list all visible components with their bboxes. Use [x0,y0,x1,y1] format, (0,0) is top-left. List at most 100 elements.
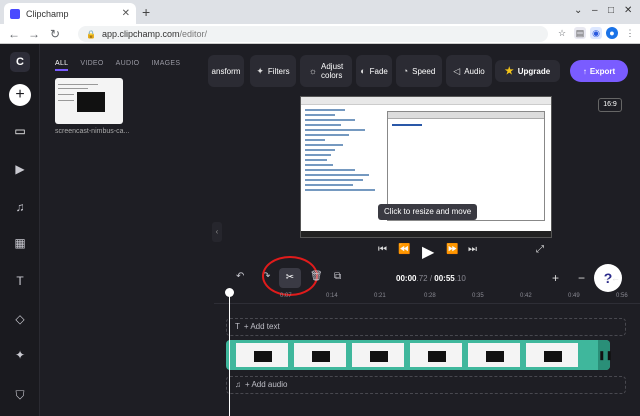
fade-icon: ◐ [360,66,366,76]
transform-button[interactable]: ansform [208,55,244,87]
shield-brand-kit-icon[interactable]: ⛉ [13,388,27,402]
skip-to-end-icon[interactable]: ⏭ [468,244,477,255]
add-audio-track[interactable]: ♫ + Add audio [226,376,626,394]
duplicate-icon[interactable]: ⧉ [334,271,341,282]
tab-audio[interactable]: AUDIO [116,60,140,71]
timecode-display: 00:00.72 / 00:55.10 [396,274,466,283]
fade-button[interactable]: ◐ Fade [356,55,392,87]
fit-timeline-icon[interactable]: →← [602,273,620,283]
timeline-ruler[interactable]: 0:07 0:14 0:21 0:28 0:35 0:42 0:49 0:56 [214,290,640,304]
media-file-name: screencast-nimbus-ca... [55,128,130,135]
adjust-colors-button[interactable]: ☼ Adjust colors [300,55,352,87]
extension-icon[interactable]: ◉ [590,27,602,39]
filters-label: Filters [267,66,290,76]
upgrade-button[interactable]: ★ Upgrade [495,60,560,82]
adjust-colors-line-1: Adjust [321,62,344,71]
adjust-colors-label: Adjust colors [321,62,343,80]
browser-address-bar: ← → ↻ 🔒 app.clipchamp.com /editor/ ☆ ▤ ◉… [0,24,640,44]
close-window-button[interactable]: ✕ [624,5,632,16]
media-filter-tabs: ALL VIDEO AUDIO IMAGES [55,60,180,71]
ruler-tick: 0:42 [520,293,532,299]
browser-tab-strip: Clipchamp ✕ + ⌄ – □ ✕ [0,0,640,24]
sparkle-transitions-icon[interactable]: ✦ [13,348,27,362]
fast-forward-icon[interactable]: ⏩ [446,244,458,255]
media-thumbnail[interactable] [55,78,123,124]
tab-video[interactable]: VIDEO [80,60,103,71]
film-strip-icon[interactable]: ▦ [13,236,27,250]
filters-button[interactable]: ✦ Filters [250,55,296,87]
extension-icon[interactable]: ▤ [574,27,586,39]
new-tab-button[interactable]: + [142,4,150,20]
skip-to-start-icon[interactable]: ⏮ [378,244,387,255]
total-time-fraction: .10 [454,274,466,283]
ruler-tick: 0:14 [326,293,338,299]
fade-label: Fade [369,66,388,76]
music-note-icon: ♫ [235,380,241,389]
ruler-tick: 0:28 [424,293,436,299]
url-host: app.clipchamp.com [101,29,180,39]
rewind-icon[interactable]: ⏪ [398,244,410,255]
undo-icon[interactable]: ↶ [236,271,244,282]
add-text-text: + Add text [243,322,280,331]
star-icon: ★ [504,65,514,77]
text-icon: T [235,322,240,331]
video-clip[interactable] [226,340,610,370]
music-note-icon[interactable]: ♫ [13,200,27,214]
playhead-handle[interactable] [225,288,234,297]
speed-button[interactable]: ◔ Speed [396,55,442,87]
ruler-tick: 0:35 [472,293,484,299]
upgrade-label: Upgrade [517,66,551,76]
add-text-track[interactable]: T + Add text [226,318,626,336]
tab-close-icon[interactable]: ✕ [122,8,130,19]
add-text-label: T + Add text [235,322,280,331]
maximize-button[interactable]: □ [608,5,614,16]
collapse-panel-chevron-icon[interactable]: ‹ [212,222,222,242]
aspect-ratio-button[interactable]: 16:9 [598,98,622,112]
star-bookmark-icon[interactable]: ☆ [556,27,568,39]
speaker-icon: ◁ [453,65,461,76]
export-label: Export [589,66,616,76]
clipchamp-logo[interactable]: C [10,52,30,72]
zoom-out-icon[interactable]: − [578,271,585,285]
folder-icon[interactable]: ▭ [13,124,27,138]
editing-toolbar: ansform ✦ Filters ☼ Adjust colors ◐ Fade… [208,44,640,102]
minimize-button[interactable]: – [592,5,598,16]
profile-avatar-icon[interactable]: ● [606,27,618,39]
speedometer-icon: ◔ [402,66,409,76]
tab-title: Clipchamp [26,8,69,19]
tab-all[interactable]: ALL [55,60,69,71]
total-time: 00:55 [434,274,455,283]
delete-trash-icon[interactable]: 🗑 [310,271,323,282]
add-media-button[interactable]: + [9,84,31,106]
fullscreen-icon[interactable]: ⤢ [536,244,544,255]
ruler-tick: 0:07 [280,293,292,299]
forward-arrow-icon[interactable]: → [28,27,40,41]
add-audio-label: ♫ + Add audio [235,380,287,389]
playhead-line[interactable] [229,290,230,416]
browser-tab-clipchamp[interactable]: Clipchamp ✕ [4,3,136,24]
media-library-panel: ALL VIDEO AUDIO IMAGES screencast-nimbus… [41,44,214,416]
export-button[interactable]: ↑ Export [570,60,628,82]
play-icon[interactable]: ▶ [422,242,434,262]
back-arrow-icon[interactable]: ← [8,27,20,41]
menu-kebab-icon[interactable]: ⋮ [624,27,636,39]
audio-button[interactable]: ◁ Audio [446,55,492,87]
preview-tooltip: Click to resize and move [378,204,478,220]
chevron-down-icon[interactable]: ⌄ [574,5,582,16]
reload-icon[interactable]: ↻ [50,27,60,41]
url-field[interactable]: 🔒 app.clipchamp.com /editor/ [78,26,548,42]
clip-trim-handle[interactable]: ❚❚ [598,340,613,370]
audio-label: Audio [464,66,485,76]
ruler-tick: 0:21 [374,293,386,299]
video-camera-icon[interactable]: ▶ [13,162,27,176]
text-icon[interactable]: T [13,274,27,288]
tab-images[interactable]: IMAGES [151,60,180,71]
sparkle-icon: ✦ [256,65,264,76]
add-audio-text: + Add audio [245,380,288,389]
clipchamp-favicon-icon [10,8,20,19]
ruler-tick: 0:49 [568,293,580,299]
graphics-cube-icon[interactable]: ◇ [13,312,27,326]
lock-icon: 🔒 [86,29,96,39]
zoom-in-icon[interactable]: + [552,271,559,285]
transform-label: ansform [211,66,241,76]
